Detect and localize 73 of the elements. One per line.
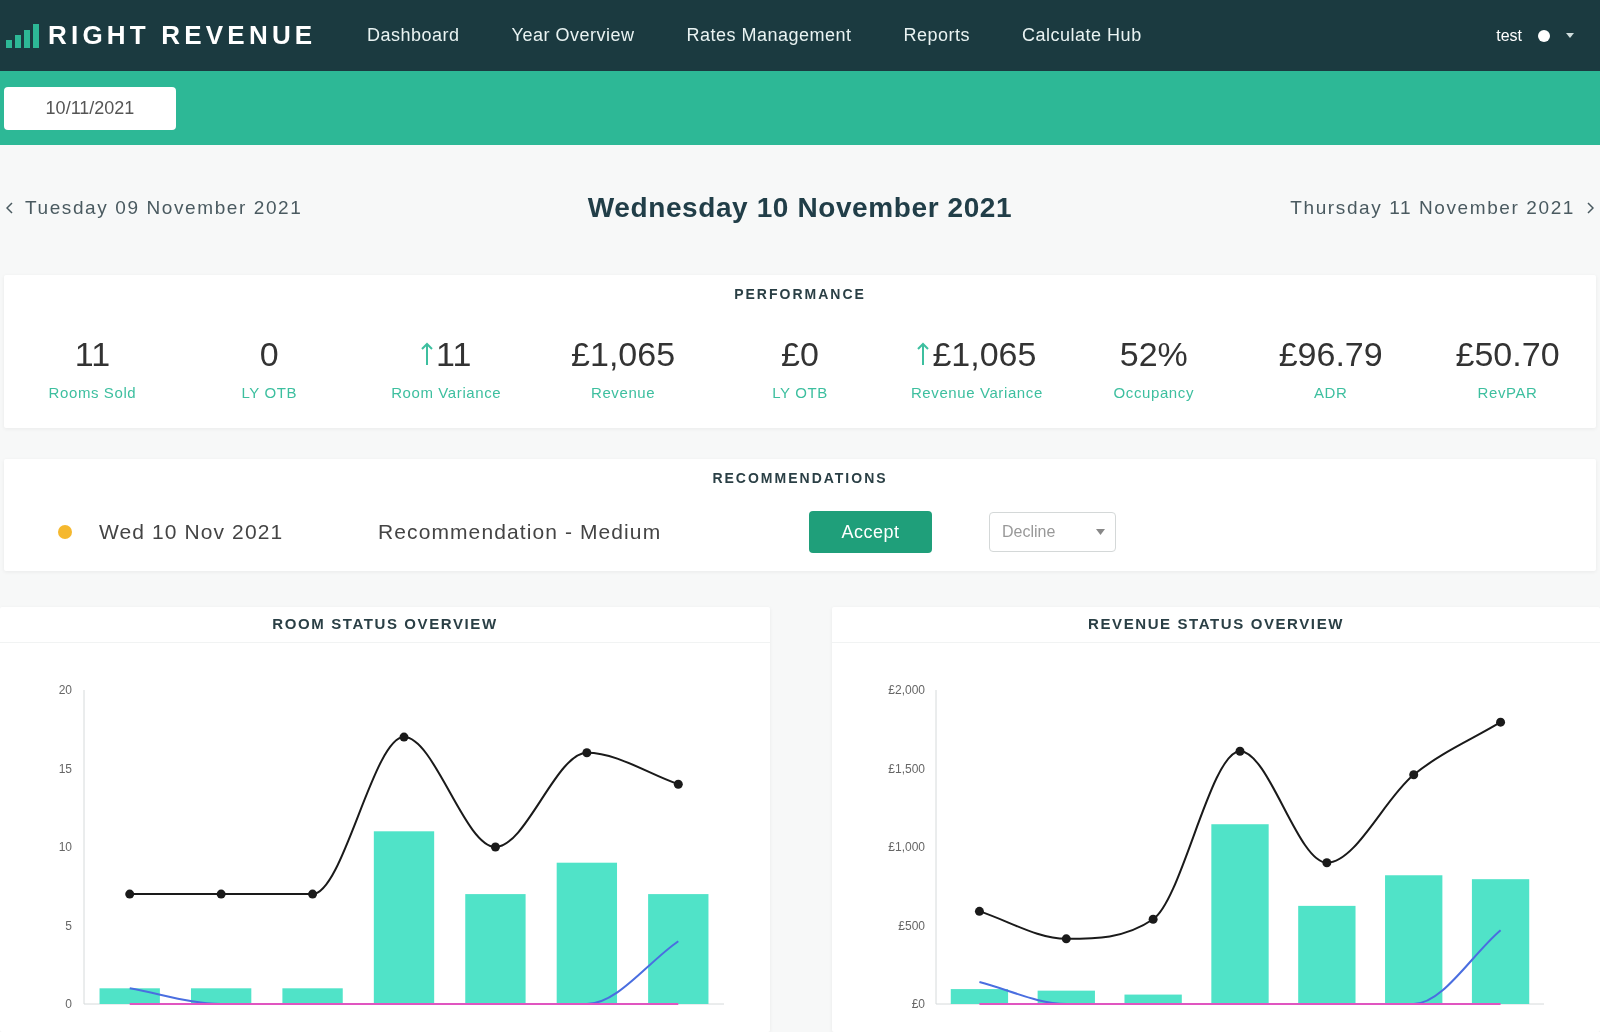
data-point: [673, 779, 683, 789]
y-tick-label: 20: [58, 683, 72, 697]
section-title: RECOMMENDATIONS: [711, 469, 889, 487]
y-tick-label: 5: [65, 918, 72, 933]
chart-bar: [1037, 990, 1095, 1004]
metric-value: 11: [74, 335, 111, 373]
metric-value: 52%: [1119, 335, 1188, 373]
y-tick-label: £2,000: [888, 683, 925, 697]
chart-bar: [99, 988, 160, 1004]
metric-label: LY OTB: [772, 384, 828, 402]
previous-day-link[interactable]: Tuesday 09 November 2021: [6, 196, 303, 219]
chart-bar: [282, 988, 343, 1004]
data-point: [1235, 746, 1245, 756]
data-point: [308, 889, 318, 899]
metric-value: £0: [781, 335, 819, 373]
metric-label: Revenue Variance: [910, 384, 1043, 402]
user-menu[interactable]: test: [1496, 26, 1574, 45]
y-tick-label: £1,000: [888, 840, 925, 854]
data-point: [1061, 934, 1071, 944]
metric-value: £1,065: [571, 335, 676, 373]
data-point: [125, 889, 135, 899]
date-field[interactable]: 10/11/2021: [4, 86, 176, 130]
data-point: [490, 842, 500, 852]
data-point: [1496, 717, 1506, 727]
metric-label: ADR: [1313, 384, 1348, 402]
y-tick-label: 15: [58, 761, 72, 776]
caret-down-icon: [1096, 529, 1105, 535]
metric-value: £50.70: [1455, 335, 1560, 373]
chart-title: REVENUE STATUS OVERVIEW: [1087, 614, 1345, 634]
arrow-up-icon: [421, 342, 434, 366]
data-point: [1409, 770, 1419, 780]
avatar-icon: [1538, 29, 1550, 42]
metric-value: £96.79: [1278, 335, 1383, 373]
recommendation-text: Recommendation - Medium: [378, 520, 663, 544]
chevron-right-icon: [1587, 201, 1594, 214]
next-day-link[interactable]: Thursday 11 November 2021: [1290, 196, 1594, 219]
data-point: [1148, 914, 1158, 924]
chart-bar: [1124, 994, 1182, 1004]
y-tick-label: £0: [911, 997, 925, 1011]
nav-link[interactable]: Calculate Hub: [1022, 25, 1142, 46]
chart-bar: [190, 988, 252, 1004]
metric-value: 0: [259, 335, 279, 373]
current-date-title: Wednesday 10 November 2021: [587, 191, 1013, 224]
metric-label: RevPAR: [1477, 384, 1538, 402]
caret-down-icon: [1566, 33, 1574, 38]
metric-label: Occupancy: [1113, 384, 1194, 402]
metric-label: Rooms Sold: [48, 384, 137, 402]
section-title: PERFORMANCE: [733, 285, 867, 303]
y-tick-label: 10: [58, 840, 72, 854]
nav-link[interactable]: Rates Management: [686, 25, 852, 46]
data-point: [974, 906, 984, 916]
y-tick-label: £1,500: [888, 761, 925, 776]
metric-value: £1,065: [932, 335, 1037, 373]
y-tick-label: £500: [898, 918, 925, 933]
data-point: [1322, 858, 1332, 868]
bar-chart-logo-icon: [6, 23, 40, 48]
metric-label: Revenue: [590, 384, 656, 402]
nav-link[interactable]: Dashboard: [367, 25, 460, 46]
metric-label: LY OTB: [241, 384, 298, 402]
chart-title: ROOM STATUS OVERVIEW: [271, 614, 499, 634]
recommendation-date: Wed 10 Nov 2021: [99, 520, 285, 544]
data-point: [582, 748, 592, 758]
chevron-left-icon: [6, 201, 13, 214]
metric-value: 11: [436, 335, 472, 373]
metric-label: Room Variance: [391, 384, 502, 402]
arrow-up-icon: [917, 342, 930, 366]
y-tick-label: 0: [65, 997, 72, 1011]
data-point: [216, 889, 226, 899]
nav-link[interactable]: Year Overview: [511, 25, 635, 46]
chart-bar: [950, 989, 1009, 1004]
data-point: [399, 732, 409, 742]
nav-link[interactable]: Reports: [903, 25, 971, 46]
brand-name: RIGHT REVENUE: [48, 20, 317, 51]
